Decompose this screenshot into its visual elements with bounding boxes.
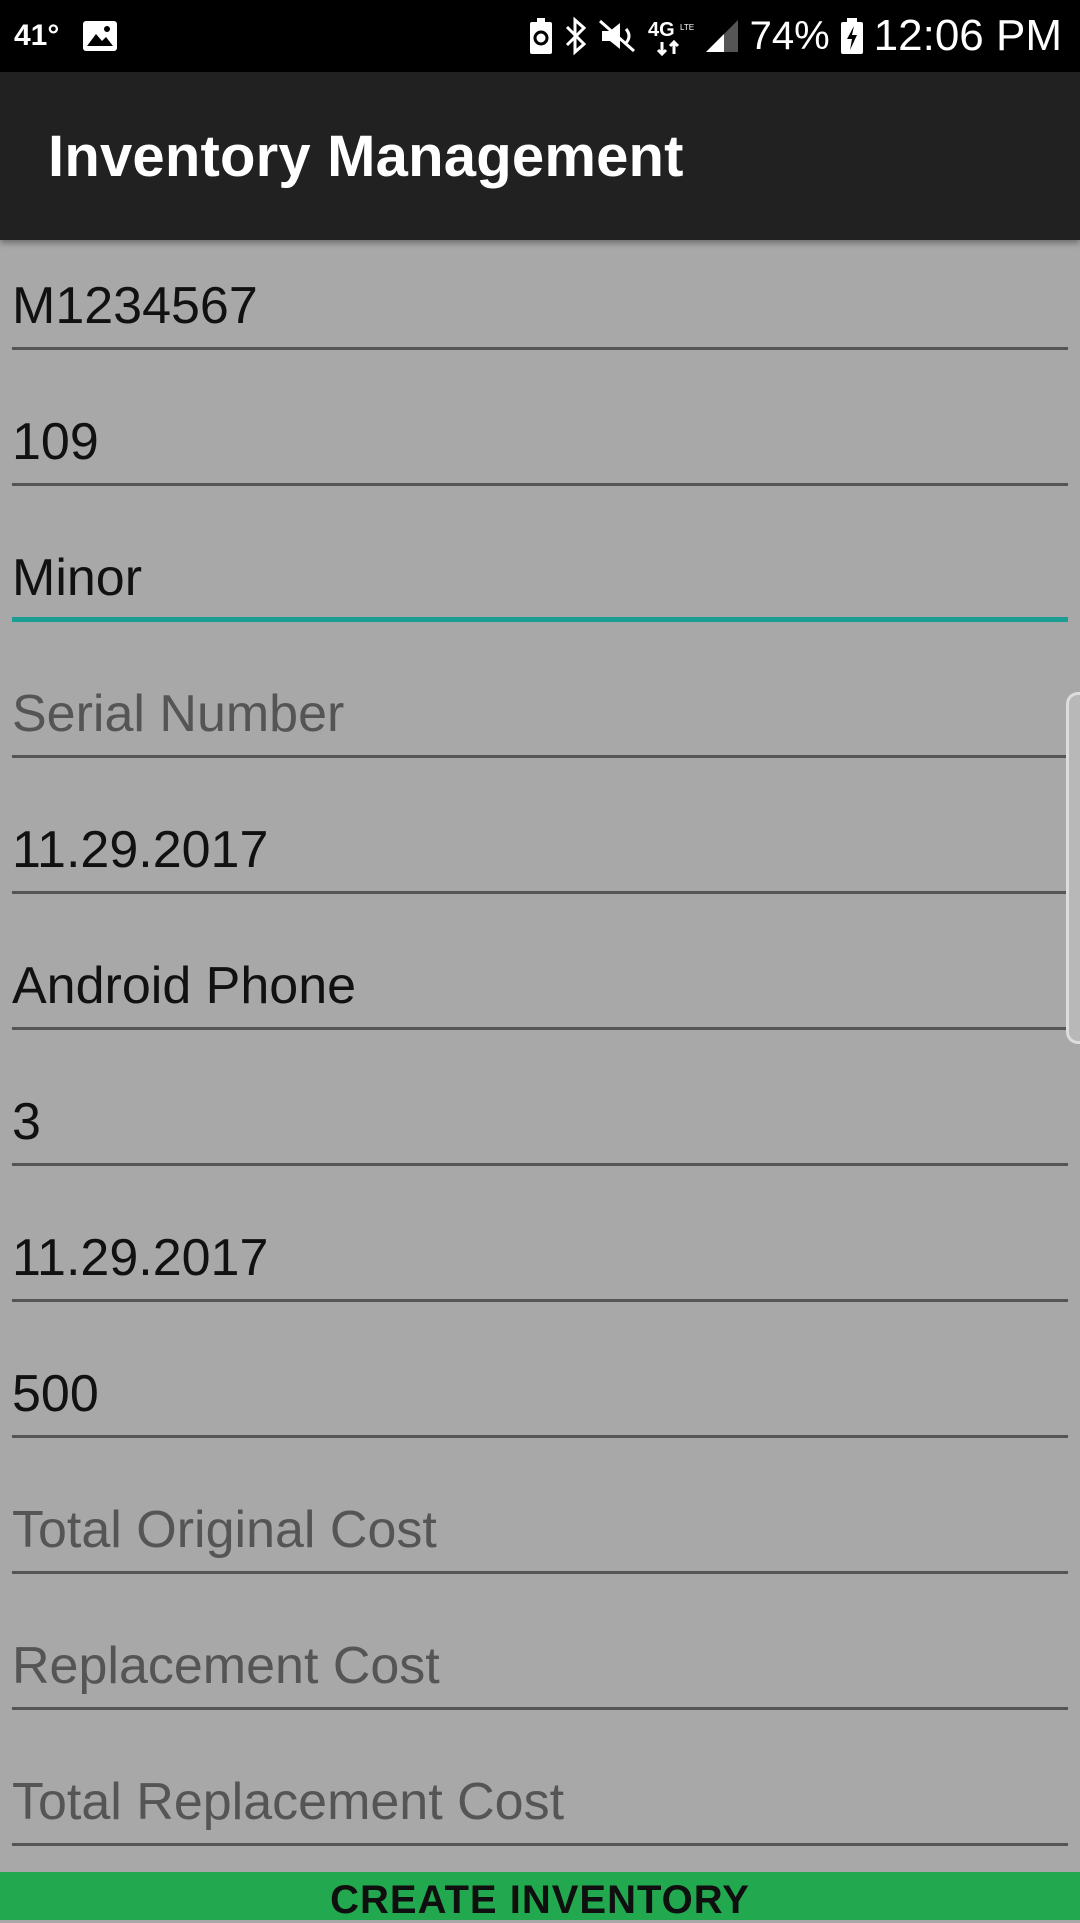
field-underline xyxy=(12,347,1068,350)
create-inventory-label: CREATE INVENTORY xyxy=(330,1878,750,1922)
field-underline xyxy=(12,483,1068,486)
date-value-2: 11.29.2017 xyxy=(12,1229,269,1287)
field-underline-focused xyxy=(12,617,1068,622)
create-inventory-button[interactable]: CREATE INVENTORY xyxy=(0,1872,1080,1922)
field-underline xyxy=(12,1163,1068,1166)
battery-percent-text: 74% xyxy=(749,13,830,58)
status-bar-left: 41° xyxy=(14,19,119,53)
total-original-cost-field[interactable]: Total Original Cost xyxy=(12,1464,1068,1574)
status-bar-right: 4G LTE 74% 12:06 PM xyxy=(518,11,1062,61)
description-field[interactable]: Android Phone xyxy=(12,920,1068,1030)
original-cost-value: 500 xyxy=(12,1365,99,1423)
serial-number-field[interactable]: Serial Number xyxy=(12,648,1068,758)
inventory-form: M1234567 109 Minor Serial Number 11.29.2… xyxy=(0,240,1080,1872)
total-replacement-cost-field[interactable]: Total Replacement Cost xyxy=(12,1736,1068,1846)
battery-saver-icon xyxy=(528,17,554,55)
field-underline xyxy=(12,1571,1068,1574)
number-field[interactable]: 109 xyxy=(12,376,1068,486)
mute-icon xyxy=(598,17,638,55)
number-value: 109 xyxy=(12,413,99,471)
bluetooth-icon xyxy=(564,16,588,56)
total-original-cost-placeholder: Total Original Cost xyxy=(12,1501,437,1559)
app-bar: Inventory Management xyxy=(0,72,1080,240)
status-bar: 41° 4G LTE 74% 12:06 PM xyxy=(0,0,1080,72)
total-replacement-cost-placeholder: Total Replacement Cost xyxy=(12,1773,565,1831)
field-underline xyxy=(12,1027,1068,1030)
field-underline xyxy=(12,1299,1068,1302)
quantity-field[interactable]: 3 xyxy=(12,1056,1068,1166)
app-title: Inventory Management xyxy=(48,123,684,189)
field-underline xyxy=(12,891,1068,894)
original-cost-field[interactable]: 500 xyxy=(12,1328,1068,1438)
item-id-value: M1234567 xyxy=(12,277,258,335)
category-value: Minor xyxy=(12,549,143,607)
battery-icon xyxy=(840,17,864,55)
item-id-field[interactable]: M1234567 xyxy=(12,240,1068,350)
quantity-value: 3 xyxy=(12,1093,41,1151)
svg-text:LTE: LTE xyxy=(680,23,694,32)
signal-icon xyxy=(704,18,740,54)
temperature-text: 41° xyxy=(14,19,60,52)
date-field-1[interactable]: 11.29.2017 xyxy=(12,784,1068,894)
lte-4g-icon: 4G LTE xyxy=(648,16,694,56)
scroll-handle[interactable] xyxy=(1066,692,1080,1044)
field-underline xyxy=(12,755,1068,758)
date-field-2[interactable]: 11.29.2017 xyxy=(12,1192,1068,1302)
field-underline xyxy=(12,1707,1068,1710)
svg-text:4G: 4G xyxy=(648,19,675,41)
field-underline xyxy=(12,1843,1068,1846)
time-text: 12:06 PM xyxy=(873,11,1062,60)
serial-number-placeholder: Serial Number xyxy=(12,685,345,743)
replacement-cost-placeholder: Replacement Cost xyxy=(12,1637,440,1695)
description-value: Android Phone xyxy=(12,957,357,1015)
category-field[interactable]: Minor xyxy=(12,512,1068,622)
date-value-1: 11.29.2017 xyxy=(12,821,269,879)
replacement-cost-field[interactable]: Replacement Cost xyxy=(12,1600,1068,1710)
image-icon xyxy=(81,19,119,53)
field-underline xyxy=(12,1435,1068,1438)
